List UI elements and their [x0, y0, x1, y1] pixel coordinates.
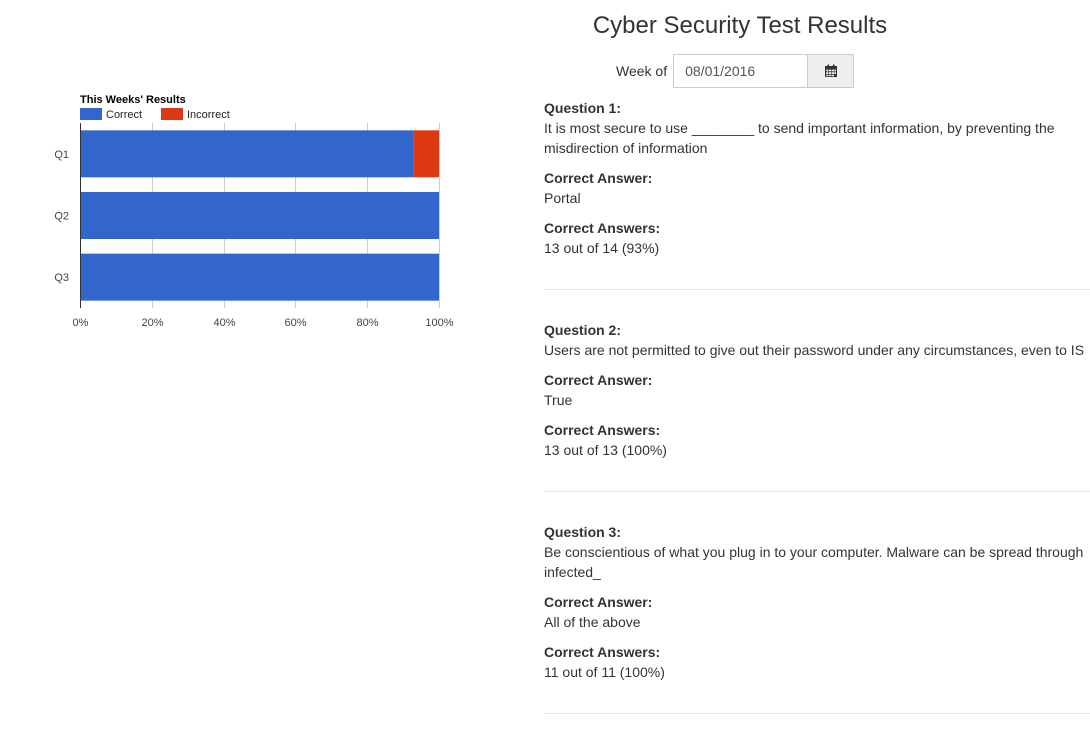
- x-tick-label: 40%: [213, 317, 235, 329]
- week-label: Week of: [616, 63, 668, 79]
- results-chart: This Weeks' Results Correct Incorrect Q1…: [54, 94, 454, 329]
- correct-answer-label: Correct Answer:: [544, 594, 653, 610]
- bar-correct-q1: [80, 130, 414, 178]
- category-label: Q2: [54, 211, 69, 223]
- correct-count-value: 11 out of 11 (100%): [544, 664, 665, 680]
- chart-bars: [80, 130, 439, 301]
- x-tick-label: 100%: [425, 317, 453, 329]
- x-tick-label: 0%: [73, 317, 89, 329]
- category-label: Q1: [54, 149, 69, 161]
- chart-title: This Weeks' Results: [80, 94, 186, 106]
- correct-count-value: 13 out of 13 (100%): [544, 442, 667, 458]
- x-tick-label: 20%: [141, 317, 163, 329]
- chart-legend: Correct Incorrect: [80, 108, 230, 121]
- legend-swatch-correct: [80, 108, 102, 120]
- correct-answer-value: All of the above: [544, 614, 641, 630]
- x-tick-label: 60%: [284, 317, 306, 329]
- x-tick-label: 80%: [356, 317, 378, 329]
- question-label: Question 1:: [544, 100, 622, 116]
- calendar-icon: [824, 64, 837, 77]
- correct-answer-value: True: [544, 392, 573, 408]
- question-label: Question 2:: [544, 322, 622, 338]
- correct-count-label: Correct Answers:: [544, 644, 661, 660]
- page-title: Cyber Security Test Results: [592, 12, 888, 39]
- correct-answer-label: Correct Answer:: [544, 372, 653, 388]
- questions-list: Question 1: It is most secure to use ___…: [544, 98, 1090, 744]
- correct-answer-value: Portal: [544, 190, 581, 206]
- bar-correct-q3: [80, 253, 439, 301]
- question-item: Question 2: Users are not permitted to g…: [544, 320, 1090, 492]
- question-text: Be conscientious of what you plug in to …: [544, 544, 1084, 580]
- calendar-button[interactable]: [807, 54, 855, 88]
- legend-swatch-incorrect: [161, 108, 183, 120]
- legend-label-incorrect: Incorrect: [187, 109, 230, 121]
- question-item: Question 3: Be conscientious of what you…: [544, 522, 1090, 714]
- correct-count-label: Correct Answers:: [544, 220, 661, 236]
- week-selector: Week of: [616, 54, 855, 88]
- category-label: Q3: [54, 272, 69, 284]
- correct-count-value: 13 out of 14 (93%): [544, 240, 660, 256]
- week-date-input[interactable]: [673, 54, 808, 88]
- correct-answer-label: Correct Answer:: [544, 170, 653, 186]
- question-text: Users are not permitted to give out thei…: [544, 342, 1085, 358]
- chart-category-labels: Q1 Q2 Q3: [54, 149, 69, 284]
- chart-x-ticks: 0% 20% 40% 60% 80% 100%: [73, 317, 454, 329]
- bar-correct-q2: [80, 192, 439, 239]
- question-label: Question 3:: [544, 524, 622, 540]
- question-item: Question 1: It is most secure to use ___…: [544, 98, 1090, 290]
- question-text: It is most secure to use ________ to sen…: [544, 120, 1055, 156]
- correct-count-label: Correct Answers:: [544, 422, 661, 438]
- legend-label-correct: Correct: [106, 109, 142, 121]
- bar-incorrect-q1: [413, 130, 439, 178]
